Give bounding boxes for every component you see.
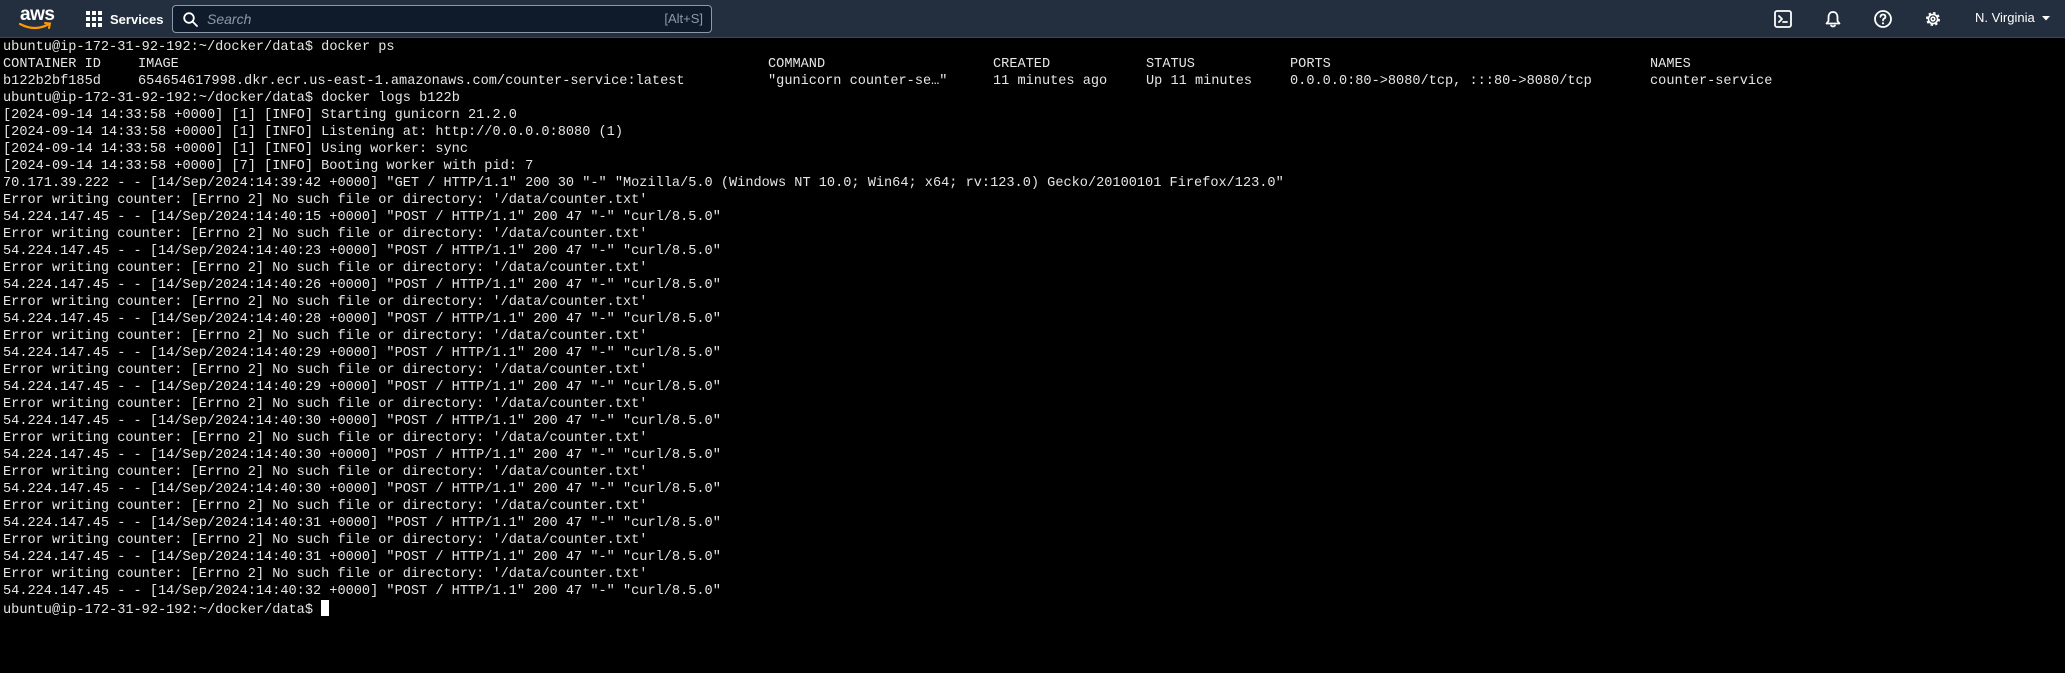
log-line: Error writing counter: [Errno 2] No such… (3, 465, 648, 480)
log-line: [2024-09-14 14:33:58 +0000] [1] [INFO] S… (3, 108, 517, 123)
log-line: 54.224.147.45 - - [14/Sep/2024:14:40:29 … (3, 346, 721, 361)
log-line: Error writing counter: [Errno 2] No such… (3, 533, 648, 548)
grid-icon (86, 11, 102, 27)
terminal-output[interactable]: ubuntu@ip-172-31-92-192:~/docker/data$ d… (0, 38, 2065, 673)
shell-command: docker ps (321, 40, 395, 55)
log-line: 54.224.147.45 - - [14/Sep/2024:14:40:15 … (3, 210, 721, 225)
aws-logo[interactable]: aws (18, 4, 58, 34)
log-line: Error writing counter: [Errno 2] No such… (3, 567, 648, 582)
ps-cell-status: Up 11 minutes (1146, 74, 1253, 89)
search-box[interactable]: [Alt+S] (172, 5, 712, 33)
log-line: Error writing counter: [Errno 2] No such… (3, 363, 648, 378)
log-line: 54.224.147.45 - - [14/Sep/2024:14:40:30 … (3, 448, 721, 463)
ps-header-image: IMAGE (138, 57, 179, 72)
log-line: 54.224.147.45 - - [14/Sep/2024:14:40:23 … (3, 244, 721, 259)
ps-header-created: CREATED (993, 57, 1051, 72)
ps-header-ports: PORTS (1290, 57, 1331, 72)
aws-smile-icon (18, 22, 52, 30)
ps-cell-created: 11 minutes ago (993, 74, 1108, 89)
shell-prompt: ubuntu@ip-172-31-92-192:~/docker/data$ (3, 91, 313, 106)
log-line: [2024-09-14 14:33:58 +0000] [1] [INFO] L… (3, 125, 623, 140)
ps-cell-image: 654654617998.dkr.ecr.us-east-1.amazonaws… (138, 74, 685, 89)
log-line: 54.224.147.45 - - [14/Sep/2024:14:40:30 … (3, 414, 721, 429)
help-icon[interactable] (1873, 9, 1893, 29)
caret-down-icon (2041, 15, 2050, 20)
ps-cell-ports: 0.0.0.0:80->8080/tcp, :::80->8080/tcp (1290, 74, 1592, 89)
log-line: 54.224.147.45 - - [14/Sep/2024:14:40:31 … (3, 550, 721, 565)
log-line: Error writing counter: [Errno 2] No such… (3, 431, 648, 446)
region-selector[interactable]: N. Virginia (1975, 10, 2051, 25)
ps-header-command: COMMAND (768, 57, 826, 72)
log-line: 54.224.147.45 - - [14/Sep/2024:14:40:29 … (3, 380, 721, 395)
shell-prompt: ubuntu@ip-172-31-92-192:~/docker/data$ (3, 603, 313, 618)
shell-command: docker logs b122b (321, 91, 460, 106)
settings-icon[interactable] (1923, 9, 1943, 29)
log-line: 54.224.147.45 - - [14/Sep/2024:14:40:30 … (3, 482, 721, 497)
log-line: Error writing counter: [Errno 2] No such… (3, 261, 648, 276)
search-shortcut-hint: [Alt+S] (664, 11, 703, 26)
ps-cell-command: "gunicorn counter-se…" (768, 74, 948, 89)
cloudshell-icon[interactable] (1773, 9, 1793, 29)
log-line: 70.171.39.222 - - [14/Sep/2024:14:39:42 … (3, 176, 1284, 191)
log-line: Error writing counter: [Errno 2] No such… (3, 499, 648, 514)
log-line: Error writing counter: [Errno 2] No such… (3, 227, 648, 242)
bell-icon[interactable] (1823, 9, 1843, 29)
search-input[interactable] (207, 6, 627, 32)
region-label: N. Virginia (1975, 10, 2035, 25)
aws-top-bar: aws Services [Alt+S] (0, 0, 2065, 38)
log-line: 54.224.147.45 - - [14/Sep/2024:14:40:28 … (3, 312, 721, 327)
terminal-cursor (321, 600, 329, 616)
log-line: Error writing counter: [Errno 2] No such… (3, 295, 648, 310)
terminal-command-line: ubuntu@ip-172-31-92-192:~/docker/data$ d… (3, 39, 395, 56)
log-line: Error writing counter: [Errno 2] No such… (3, 329, 648, 344)
services-menu-button[interactable]: Services (86, 7, 164, 31)
terminal-command-line: ubuntu@ip-172-31-92-192:~/docker/data$ d… (3, 90, 460, 107)
search-icon (183, 12, 198, 27)
log-line: 54.224.147.45 - - [14/Sep/2024:14:40:32 … (3, 584, 721, 599)
log-line: Error writing counter: [Errno 2] No such… (3, 397, 648, 412)
ps-header-names: NAMES (1650, 57, 1691, 72)
log-line: Error writing counter: [Errno 2] No such… (3, 193, 648, 208)
terminal-current-prompt[interactable]: ubuntu@ip-172-31-92-192:~/docker/data$ (3, 600, 329, 618)
log-line: [2024-09-14 14:33:58 +0000] [7] [INFO] B… (3, 159, 534, 174)
ps-header-container-id: CONTAINER ID (3, 57, 101, 72)
shell-prompt: ubuntu@ip-172-31-92-192:~/docker/data$ (3, 40, 313, 55)
services-label: Services (110, 11, 164, 27)
ps-cell-container-id: b122b2bf185d (3, 74, 101, 89)
log-line: 54.224.147.45 - - [14/Sep/2024:14:40:26 … (3, 278, 721, 293)
log-line: [2024-09-14 14:33:58 +0000] [1] [INFO] U… (3, 142, 468, 157)
ps-cell-names: counter-service (1650, 74, 1773, 89)
log-line: 54.224.147.45 - - [14/Sep/2024:14:40:31 … (3, 516, 721, 531)
ps-header-status: STATUS (1146, 57, 1195, 72)
